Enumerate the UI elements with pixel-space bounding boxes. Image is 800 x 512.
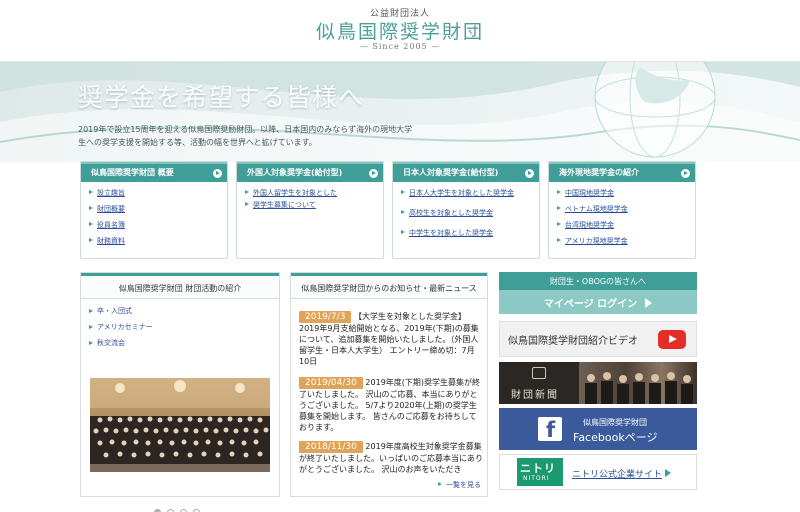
facebook-page-label: Facebookページ [573,431,658,444]
activity-link[interactable]: アメリカセミナー [89,323,279,332]
chevron-right-icon [213,169,222,178]
newspaper-banner[interactable]: 財団新聞 [499,362,697,404]
category-link-text: 奨学生募集について [253,201,316,209]
hero-title: 奨学金を希望する皆様へ [78,83,365,112]
news-panel-title: 似鳥国際奨学財団からのお知らせ・最新ニュース [291,273,487,299]
activity-link[interactable]: 秋交流会 [89,339,279,348]
category-title: 日本人対象奨学金(給付型) [403,168,499,177]
since-label: — Since 2005 — [359,42,441,51]
category-link[interactable]: 財団概要 [89,204,227,214]
category-title: 海外現地奨学金の紹介 [559,168,639,177]
category-link[interactable]: 設立趣旨 [89,188,227,198]
alumni-header: 財団生・OBOGの皆さんへ [499,272,697,290]
mypage-login-button[interactable]: マイページ ログイン [499,290,697,314]
category-japanese-scholarship: 日本人対象奨学金(給付型) 日本人大学生を対象とした奨学金 高校生を対象とした奨… [392,161,540,259]
category-link[interactable]: 中学生を対象とした奨学金 [401,228,539,238]
activity-panel: 似鳥国際奨学財団 財団活動の紹介 卒・入団式 アメリカセミナー 秋交流会 [80,272,280,497]
chevron-right-icon [369,169,378,178]
newspaper-photo [579,362,697,404]
newspaper-label: 財団新聞 [511,390,559,401]
category-link[interactable]: 外国人留学生を対象とした [245,188,383,198]
mypage-login-label: マイページ ログイン [543,299,638,310]
chevron-right-icon [525,169,534,178]
category-about: 似鳥国際奨学財団 概要 設立趣旨 財団概要 役員名簿 財務資料 [80,161,228,259]
category-link[interactable]: アメリカ現地奨学金 [557,236,695,246]
news-date-badge: 2019/04/30 [299,377,363,389]
news-panel: 似鳥国際奨学財団からのお知らせ・最新ニュース 2019/7/3 【大学生を対象と… [290,272,488,497]
site-logo-title[interactable]: 似鳥国際奨学財団 [0,17,800,44]
news-date-badge: 2019/7/3 [299,311,352,323]
chevron-right-icon [665,469,671,477]
category-header[interactable]: 日本人対象奨学金(給付型) [393,162,539,182]
group-photo-art [90,378,270,472]
news-more-link[interactable]: 一覧を見る [438,480,481,490]
group-photo[interactable] [90,378,270,472]
category-header[interactable]: 外国人対象奨学金(給付型) [237,162,383,182]
category-link[interactable]: 財務資料 [89,236,227,246]
intro-video-label: 似鳥国際奨学財団紹介ビデオ [508,336,638,347]
news-item[interactable]: 2018/11/30 2019年度高校生対象奨学金募集が終了いたしました。いっぱ… [299,441,483,475]
facebook-org-label: 似鳥国際奨学財団 [583,418,647,427]
nitori-site-link[interactable]: ニトリ公式企業サイト [572,467,662,480]
hero-description: 2019年で設立15周年を迎える似鳥国際奨励財団。以降、日本国内のみならず海外の… [78,125,413,147]
category-title: 似鳥国際奨学財団 概要 [91,168,174,177]
category-overseas-scholarship: 海外現地奨学金の紹介 中国現地奨学金 ベトナム現地奨学金 台湾現地奨学金 アメリ… [548,161,696,259]
page: 公益財団法人 似鳥国際奨学財団 — Since 2005 — 奨学金を希望する皆… [0,0,800,512]
news-item[interactable]: 2019/7/3 【大学生を対象とした奨学金】2019年9月支給開始となる、20… [299,311,483,367]
category-link-continued[interactable]: 奨学生募集について [245,200,383,210]
category-link[interactable]: 台湾現地奨学金 [557,220,695,230]
chevron-right-icon [681,169,690,178]
site-header: 公益財団法人 似鳥国際奨学財団 — Since 2005 — [0,0,800,62]
chevron-right-icon [645,298,653,308]
category-link[interactable]: ベトナム現地奨学金 [557,204,695,214]
youtube-play-icon [658,330,686,349]
category-link[interactable]: 中国現地奨学金 [557,188,695,198]
activity-link[interactable]: 卒・入団式 [89,307,279,316]
category-link[interactable]: 日本人大学生を対象とした奨学金 [401,188,539,198]
news-item[interactable]: 2019/04/30 2019年度(下期)奨学生募集が終了いたしました。 沢山の… [299,377,483,433]
facebook-f-icon: f [538,417,562,442]
news-date-badge: 2018/11/30 [299,441,363,453]
carousel-dots [154,501,206,512]
newspaper-photo-art [585,372,693,404]
nitori-logo-en: NITORI [523,475,550,482]
category-link[interactable]: 高校生を対象とした奨学金 [401,208,539,218]
nitori-logo: ニトリ NITORI [517,458,563,486]
category-header[interactable]: 海外現地奨学金の紹介 [549,162,695,182]
activity-panel-title: 似鳥国際奨学財団 財団活動の紹介 [81,273,279,299]
nitori-logo-jp: ニトリ [520,462,556,475]
category-header[interactable]: 似鳥国際奨学財団 概要 [81,162,227,182]
intro-video-banner[interactable]: 似鳥国際奨学財団紹介ビデオ [499,321,697,357]
newspaper-logo-area: 財団新聞 [499,362,579,404]
category-link[interactable]: 役員名簿 [89,220,227,230]
category-title: 外国人対象奨学金(給付型) [247,168,343,177]
facebook-banner[interactable]: f 似鳥国際奨学財団 Facebookページ [499,408,697,450]
category-foreign-scholarship: 外国人対象奨学金(給付型) 外国人留学生を対象とした 奨学生募集について [236,161,384,259]
nitori-banner[interactable]: ニトリ NITORI ニトリ公式企業サイト [499,454,697,490]
crest-icon [532,367,546,379]
hero-banner: 奨学金を希望する皆様へ 2019年で設立15周年を迎える似鳥国際奨励財団。以降、… [0,62,800,162]
